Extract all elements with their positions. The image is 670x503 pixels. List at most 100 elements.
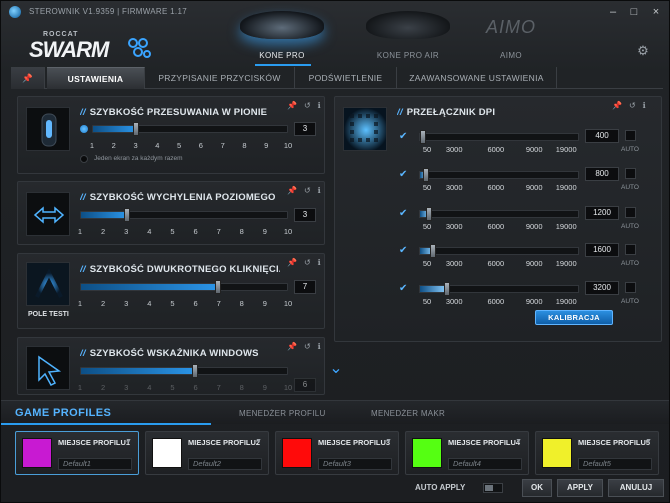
dpi-value[interactable]: 1600 [585,243,619,257]
pointer-speed-value[interactable]: 6 [294,378,316,392]
dpi-value[interactable]: 400 [585,129,619,143]
info-icon[interactable]: ℹ [318,342,321,351]
tab-przypisanie-przyciskow[interactable]: PRZYPISANIE PRZYCISKÓW [145,67,295,89]
slider-handle[interactable] [420,130,427,144]
profile-slot-4[interactable]: MIEJSCE PROFILU4 ▼ Default4 [405,431,529,475]
auto-checkbox[interactable] [625,207,636,218]
horizontal-tilt-value[interactable]: 3 [294,208,316,222]
pin-icon[interactable]: 📌 [612,101,622,110]
profile-color-swatch[interactable] [282,438,312,468]
dpi-value[interactable]: 3200 [585,281,619,295]
auto-checkbox[interactable] [625,130,636,141]
check-icon[interactable]: ✔ [399,245,407,256]
vertical-scroll-slider[interactable] [92,122,288,136]
dpi-slider[interactable] [419,168,579,182]
slider-handle[interactable] [215,280,222,294]
profile-color-swatch[interactable] [542,438,572,468]
slider-handle[interactable] [192,364,199,378]
profile-name-field[interactable]: Default2 [188,458,262,470]
profile-slot-3[interactable]: MIEJSCE PROFILU3 ▼ Default3 [275,431,399,475]
device-aimo[interactable]: AIMO AIMO [471,11,551,60]
profile-name-field[interactable]: Default4 [448,458,522,470]
app-window: STEROWNIK V1.9359 | FIRMWARE 1.17 – □ × … [0,0,670,503]
profile-name-field[interactable]: Default1 [58,458,132,470]
tab-podswietlenie[interactable]: PODŚWIETLENIE [295,67,397,89]
one-screen-radio[interactable] [80,155,88,163]
reset-icon[interactable]: ↺ [304,342,311,351]
profile-slot-2[interactable]: MIEJSCE PROFILU2 ▼ Default2 [145,431,269,475]
profile-color-swatch[interactable] [412,438,442,468]
check-icon[interactable]: ✔ [399,169,407,180]
chevron-down-icon[interactable]: ▼ [385,438,392,445]
slider-handle[interactable] [426,207,433,221]
check-icon[interactable]: ✔ [399,131,407,142]
dpi-slider[interactable] [419,282,579,296]
auto-checkbox[interactable] [625,168,636,179]
tab-bar: 📌 USTAWIENIA PRZYPISANIE PRZYCISKÓW PODŚ… [11,67,663,89]
tab-macro-manager[interactable]: MENEDŻER MAKR [371,409,445,418]
dpi-slider[interactable] [419,130,579,144]
profile-name-field[interactable]: Default5 [578,458,652,470]
vertical-scroll-value[interactable]: 3 [294,122,316,136]
reset-icon[interactable]: ↺ [629,101,636,110]
dpi-slider[interactable] [419,207,579,221]
gear-icon[interactable]: ⚙ [635,43,651,59]
calibrate-button[interactable]: KALIBRACJA [535,310,613,325]
minimize-button[interactable]: – [606,5,620,19]
check-icon[interactable]: ✔ [399,283,407,294]
slider-handle[interactable] [423,168,430,182]
close-button[interactable]: × [649,5,663,19]
tab-ustawienia[interactable]: USTAWIENIA [47,67,145,89]
chevron-down-icon[interactable]: ▼ [515,438,522,445]
test-field-thumbnail[interactable] [26,262,70,306]
chevron-down-icon[interactable]: ▼ [125,438,132,445]
dpi-value[interactable]: 800 [585,167,619,181]
pin-icon[interactable]: 📌 [287,186,297,195]
pin-icon[interactable]: 📌 [287,342,297,351]
dpi-value[interactable]: 1200 [585,206,619,220]
chevron-down-icon[interactable]: ▼ [645,438,652,445]
info-icon[interactable]: ℹ [318,186,321,195]
pin-icon[interactable]: 📌 [287,258,297,267]
scroll-down-icon[interactable]: ⌄ [326,361,346,377]
slider-handle[interactable] [123,208,130,222]
auto-checkbox[interactable] [625,244,636,255]
check-icon[interactable]: ✔ [399,208,407,219]
horizontal-tilt-slider[interactable] [80,208,288,222]
maximize-button[interactable]: □ [627,5,641,19]
speed-radio[interactable] [80,125,88,133]
device-kone-pro[interactable]: KONE PRO [227,11,337,60]
profile-name-field[interactable]: Default3 [318,458,392,470]
tab-profile-manager[interactable]: MENEDŻER PROFILU [239,409,326,418]
tab-zaawansowane[interactable]: ZAAWANSOWANE USTAWIENIA [397,67,557,89]
cancel-button[interactable]: ANULUJ [608,479,664,497]
reset-icon[interactable]: ↺ [304,186,311,195]
slider-handle[interactable] [429,244,436,258]
auto-checkbox[interactable] [625,282,636,293]
dpi-slider[interactable] [419,244,579,258]
profile-slot-1[interactable]: MIEJSCE PROFILU1 ▼ Default1 [15,431,139,475]
chevron-down-icon[interactable]: ▼ [255,438,262,445]
tick-label: 4 [147,227,152,236]
profile-color-swatch[interactable] [22,438,52,468]
panel-title: //SZYBKOŚĆ DWUKROTNEGO KLIKNIĘCIA [80,264,280,275]
pointer-speed-slider[interactable] [80,364,288,378]
info-icon[interactable]: ℹ [318,101,321,110]
auto-apply-toggle[interactable] [483,483,503,493]
apply-button[interactable]: APPLY [557,479,603,497]
info-icon[interactable]: ℹ [318,258,321,267]
pin-icon[interactable]: 📌 [287,101,297,110]
dpi-tick-label: 19000 [555,259,577,268]
reset-icon[interactable]: ↺ [304,258,311,267]
info-icon[interactable]: ℹ [643,101,646,110]
device-kone-pro-air[interactable]: KONE PRO AIR [353,11,463,60]
ok-button[interactable]: OK [522,479,552,497]
double-click-value[interactable]: 7 [294,280,316,294]
reset-icon[interactable]: ↺ [304,101,311,110]
profile-slot-5[interactable]: MIEJSCE PROFILU5 ▼ Default5 [535,431,659,475]
slider-handle[interactable] [443,282,450,296]
profile-color-swatch[interactable] [152,438,182,468]
double-click-slider[interactable] [80,280,288,294]
pin-tab-icon[interactable]: 📌 [11,67,45,89]
slider-handle[interactable] [133,122,140,136]
